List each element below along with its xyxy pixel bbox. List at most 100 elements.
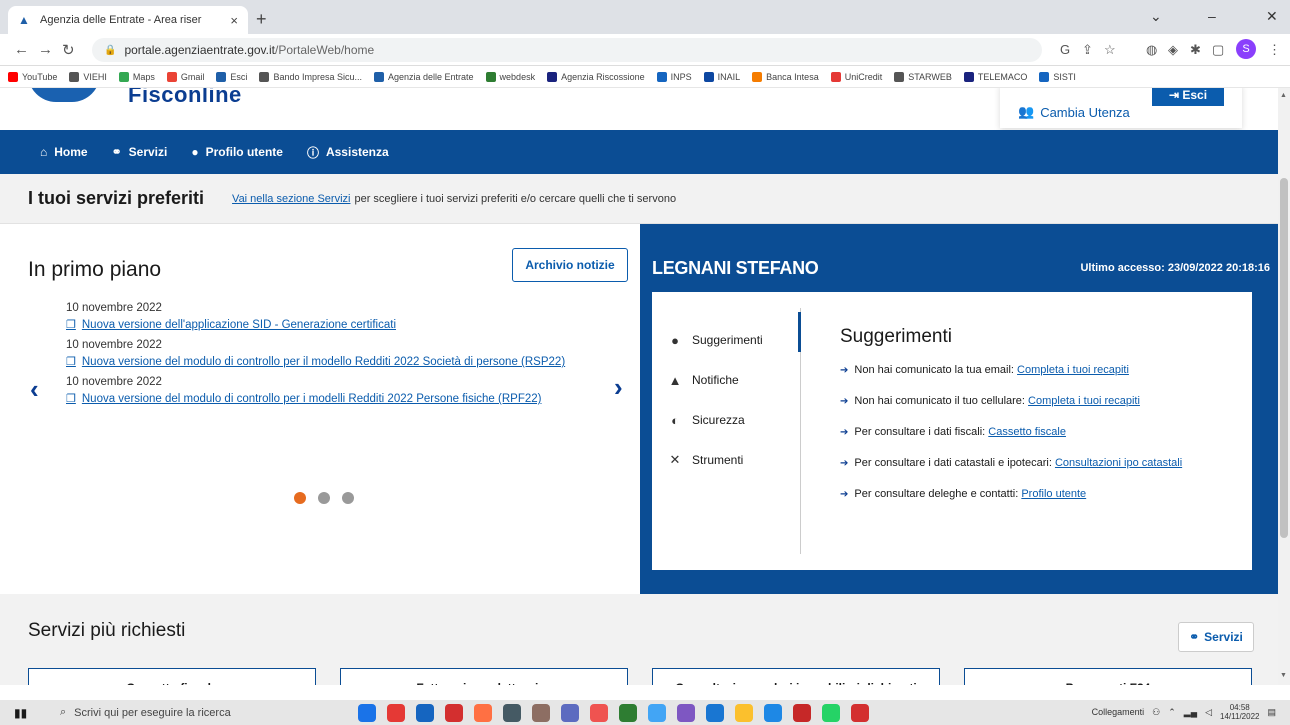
bookmark-item[interactable]: Bando Impresa Sicu... [259, 71, 362, 82]
app-icon[interactable] [706, 703, 724, 722]
bookmark-label: Maps [132, 71, 155, 82]
bookmark-item[interactable]: Esci [216, 71, 247, 82]
scroll-up-icon[interactable]: ▲ [1280, 92, 1287, 99]
calculator-icon[interactable] [503, 703, 521, 722]
cambia-utenza-link[interactable]: 👥 Cambia Utenza [1018, 104, 1130, 120]
app-icon[interactable] [532, 703, 550, 722]
volume-icon[interactable]: ◁ [1205, 707, 1212, 718]
file-explorer-icon[interactable] [735, 703, 753, 722]
bookmark-item[interactable]: VIEHI [69, 71, 107, 82]
suggestion-link[interactable]: Completa i tuoi recapiti [1017, 364, 1129, 376]
bookmark-item[interactable]: Maps [118, 71, 155, 82]
menu-strumenti[interactable]: ✕ Strumenti [668, 440, 802, 480]
url-bar[interactable]: 🔒 portale.agenziaentrate.gov.it/PortaleW… [92, 38, 1042, 62]
app-icon[interactable] [648, 703, 666, 722]
sidepanel-icon[interactable]: ▢ [1212, 42, 1224, 58]
archivio-notizie-button[interactable]: Archivio notizie [512, 248, 628, 282]
outlook-icon[interactable] [416, 703, 434, 722]
extension-icon[interactable]: ◍ [1146, 42, 1157, 58]
page-scrollbar[interactable]: ▲ ▼ [1278, 88, 1290, 685]
bookmark-item[interactable]: YouTube [8, 71, 57, 82]
arrow-circle-icon: ➔ [840, 458, 849, 469]
bookmark-item[interactable]: INPS [656, 71, 692, 82]
reload-icon[interactable]: ↻ [62, 41, 75, 59]
app-icon[interactable] [590, 703, 608, 722]
nav-profilo-utente[interactable]: ● Profilo utente [191, 145, 283, 159]
nav-servizi[interactable]: ⚭ Servizi [112, 145, 168, 159]
tray-label[interactable]: Collegamenti [1092, 707, 1145, 717]
nav-home[interactable]: ⌂ Home [40, 145, 88, 159]
notifications-icon[interactable]: ▤ [1267, 707, 1276, 718]
carousel-dot-1[interactable] [294, 492, 306, 504]
bookmark-item[interactable]: Banca Intesa [752, 71, 819, 82]
app-icon[interactable] [677, 703, 695, 722]
browser-tab[interactable]: ▲ Agenzia delle Entrate - Area riser × [8, 6, 248, 34]
news-title-link[interactable]: ❐ Nuova versione del modulo di controllo … [66, 353, 586, 372]
service-card-fatturazione[interactable]: Fatturazione elettronica [340, 668, 628, 685]
clock[interactable]: 04:58 14/11/2022 [1220, 703, 1259, 721]
nav-assistenza[interactable]: ⓘ Assistenza [307, 144, 389, 161]
esci-button[interactable]: ⇥ Esci [1152, 88, 1224, 106]
bookmark-item[interactable]: Gmail [166, 71, 204, 82]
bookmark-item[interactable]: Agenzia delle Entrate [373, 71, 474, 82]
favorites-servizi-link[interactable]: Vai nella sezione Servizi [232, 193, 350, 205]
news-title-link[interactable]: ❐ Nuova versione del modulo di controllo … [66, 390, 586, 409]
carousel-dot-3[interactable] [342, 492, 354, 504]
news-title-link[interactable]: ❐ Nuova versione dell'applicazione SID - … [66, 316, 586, 335]
bookmark-item[interactable]: INAIL [703, 71, 740, 82]
share-icon[interactable]: ⇪ [1082, 42, 1093, 58]
carousel-next-icon[interactable]: › [614, 372, 623, 403]
tab-search-icon[interactable]: ⌄ [1150, 8, 1162, 25]
people-icon[interactable]: ⚇ [1152, 707, 1160, 718]
carousel-dot-2[interactable] [318, 492, 330, 504]
windows-start-icon[interactable]: ▮▮ [14, 706, 34, 720]
news-title-text: Nuova versione dell'applicazione SID - G… [81, 319, 397, 331]
scroll-down-icon[interactable]: ▼ [1280, 672, 1287, 679]
menu-kebab-icon[interactable]: ⋮ [1268, 42, 1281, 58]
bookmark-item[interactable]: webdesk [485, 71, 535, 82]
tab-close-icon[interactable]: × [230, 13, 238, 28]
edge-icon[interactable] [358, 703, 376, 722]
new-tab-button[interactable]: + [256, 9, 267, 30]
last-access: Ultimo accesso: 23/09/2022 20:18:16 [1080, 262, 1270, 274]
app-icon[interactable] [561, 703, 579, 722]
puzzle-icon[interactable]: ✱ [1190, 42, 1201, 58]
app-icon[interactable] [793, 703, 811, 722]
carousel-prev-icon[interactable]: ‹ [30, 374, 39, 405]
word-icon[interactable] [764, 703, 782, 722]
servizi-button[interactable]: ⚭ Servizi [1178, 622, 1254, 652]
suggestion-link[interactable]: Consultazioni ipo catastali [1055, 457, 1182, 469]
bookmark-item[interactable]: SISTI [1039, 71, 1076, 82]
suggestion-link[interactable]: Completa i tuoi recapiti [1028, 395, 1140, 407]
menu-suggerimenti[interactable]: ● Suggerimenti [668, 320, 802, 360]
bookmark-item[interactable]: STARWEB [894, 71, 952, 82]
app-icon[interactable] [445, 703, 463, 722]
bookmark-item[interactable]: UniCredit [830, 71, 882, 82]
suggestion-link[interactable]: Profilo utente [1021, 488, 1086, 500]
forward-icon[interactable]: → [38, 41, 53, 58]
bookmark-item[interactable]: Agenzia Riscossione [547, 71, 645, 82]
service-card-f24[interactable]: Pagamenti F24 [964, 668, 1252, 685]
minimize-icon[interactable]: – [1208, 8, 1216, 24]
excel-icon[interactable] [619, 703, 637, 722]
menu-notifiche[interactable]: ▲ Notifiche [668, 360, 802, 400]
bookmark-item[interactable]: TELEMACO [963, 71, 1027, 82]
scrollbar-thumb[interactable] [1280, 178, 1288, 538]
back-icon[interactable]: ← [14, 41, 29, 58]
taskbar-search[interactable]: ⌕ Scrivi qui per eseguire la ricerca [50, 700, 340, 725]
chrome-icon[interactable] [474, 703, 492, 722]
google-icon[interactable]: G [1060, 42, 1070, 57]
tray-overflow-icon[interactable]: ⌃ [1168, 707, 1176, 718]
menu-sicurezza[interactable]: ◐ Sicurezza [668, 400, 802, 440]
profile-avatar[interactable]: S [1236, 39, 1256, 59]
whatsapp-icon[interactable] [822, 703, 840, 722]
acrobat-icon[interactable] [851, 703, 869, 722]
bookmark-star-icon[interactable]: ☆ [1104, 42, 1116, 58]
extension-icon-2[interactable]: ◈ [1168, 42, 1178, 58]
network-icon[interactable]: ▂▄ [1184, 707, 1197, 718]
service-card-valori-immobiliari[interactable]: Consultazione valori immobiliari dichiar… [652, 668, 940, 685]
app-icon[interactable] [387, 703, 405, 722]
suggestion-link[interactable]: Cassetto fiscale [988, 426, 1066, 438]
service-card-cassetto[interactable]: Cassetto fiscale [28, 668, 316, 685]
close-window-icon[interactable]: ✕ [1266, 8, 1278, 25]
